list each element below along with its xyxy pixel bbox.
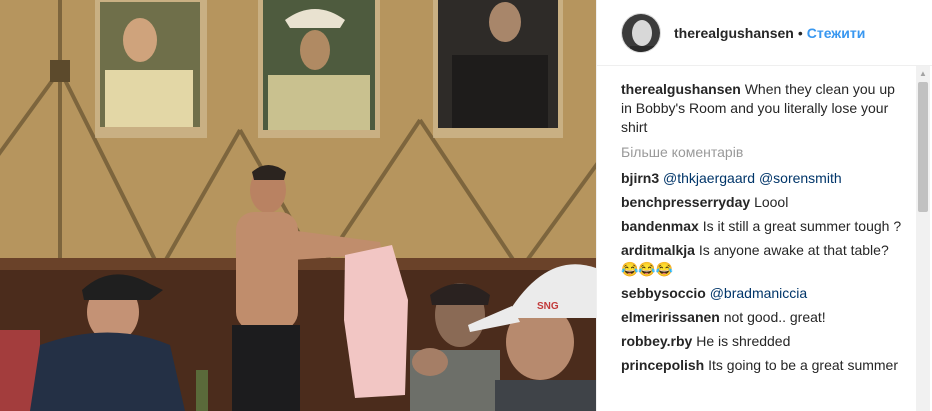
comment-item: bjirn3 @thkjaergaard @sorensmith	[621, 169, 906, 188]
comment-username[interactable]: elmeririssanen	[621, 309, 720, 325]
comment-item: princepolish Its going to be a great sum…	[621, 356, 906, 375]
scrollbar-thumb[interactable]	[918, 82, 928, 212]
comment-mention[interactable]: @bradmaniccia	[710, 285, 807, 301]
cap-logo: SNG	[537, 301, 559, 312]
comment-username[interactable]: princepolish	[621, 357, 704, 373]
post-photo[interactable]: SNG	[0, 0, 596, 411]
comment-username[interactable]: bandenmax	[621, 218, 699, 234]
avatar[interactable]	[621, 12, 661, 53]
header-username[interactable]: therealgushansen	[674, 25, 794, 41]
comment-text: not good.. great!	[723, 309, 826, 325]
comment-username[interactable]: benchpresserryday	[621, 194, 750, 210]
load-more-comments-button[interactable]: Більше коментарів	[621, 143, 906, 162]
comment-text: Its going to be a great summer	[708, 357, 898, 373]
comment-username[interactable]: arditmalkja	[621, 242, 695, 258]
comment-item: benchpresserryday Loool	[621, 193, 906, 212]
comment-text: Loool	[754, 194, 789, 210]
comment-item: sebbysoccio @bradmaniccia	[621, 284, 906, 303]
header-separator: •	[797, 24, 803, 41]
comment-username[interactable]: bjirn3	[621, 170, 659, 186]
comment-mention[interactable]: @thkjaergaard	[663, 170, 755, 186]
comment-item: bandenmax Is it still a great summer tou…	[621, 217, 906, 236]
caption: therealgushansen When they clean you up …	[621, 80, 906, 137]
comment-item: elmeririssanen not good.. great!	[621, 308, 906, 327]
post-header: therealgushansen • Стежити	[597, 0, 932, 66]
comment-text: Is it still a great summer tough ?	[702, 218, 902, 234]
post-sidebar: therealgushansen • Стежити therealgushan…	[596, 0, 932, 411]
comments-list: therealgushansen When they clean you up …	[621, 80, 906, 380]
scroll-up-arrow-icon[interactable]: ▲	[916, 66, 930, 80]
comment-mention[interactable]: @sorensmith	[759, 170, 842, 186]
comment-username[interactable]: robbey.rby	[621, 333, 692, 349]
comments-scrollbar[interactable]: ▲	[916, 66, 930, 411]
comment-item: robbey.rby He is shredded	[621, 332, 906, 351]
avatar-image	[622, 13, 660, 52]
comment-text: He is shredded	[696, 333, 791, 349]
comment-username[interactable]: sebbysoccio	[621, 285, 706, 301]
comment-item: arditmalkja Is anyone awake at that tabl…	[621, 241, 906, 279]
post-image: SNG	[0, 0, 596, 411]
follow-button[interactable]: Стежити	[807, 25, 866, 41]
caption-username[interactable]: therealgushansen	[621, 81, 741, 97]
